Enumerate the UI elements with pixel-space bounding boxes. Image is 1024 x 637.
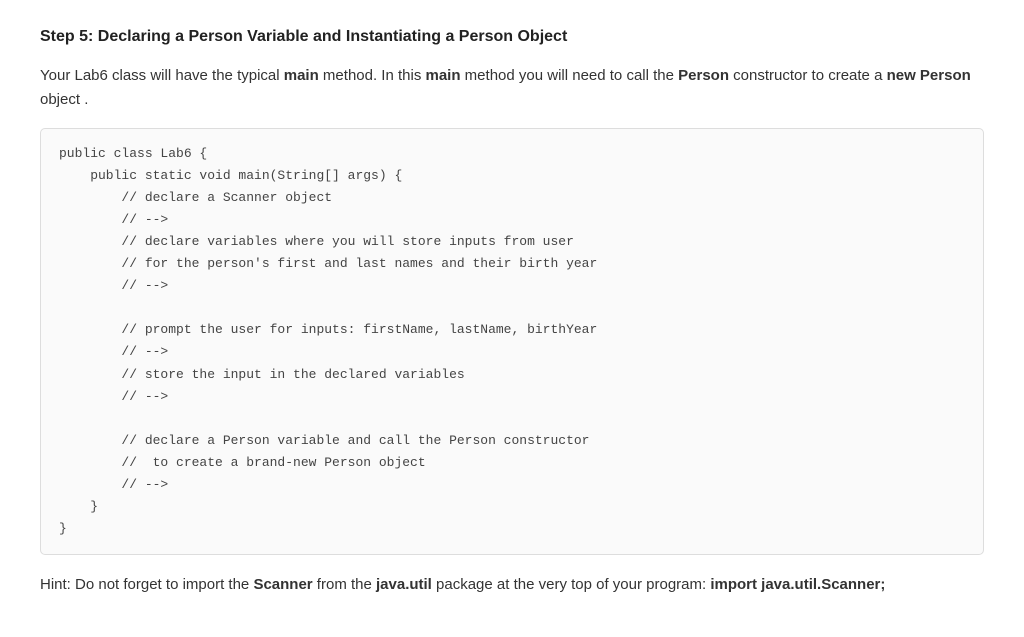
hint-text: from the — [313, 576, 376, 593]
hint-bold-javautil: java.util — [376, 576, 432, 593]
hint-bold-import: import java.util.Scanner; — [710, 576, 885, 593]
intro-paragraph: Your Lab6 class will have the typical ma… — [40, 64, 984, 112]
intro-bold-person: Person — [678, 67, 729, 84]
code-block: public class Lab6 { public static void m… — [40, 128, 984, 556]
intro-text: Your Lab6 class will have the typical — [40, 67, 284, 84]
intro-bold-main1: main — [284, 67, 319, 84]
intro-text: method. In this — [319, 67, 426, 84]
hint-text: Hint: Do not forget to import the — [40, 576, 253, 593]
hint-paragraph: Hint: Do not forget to import the Scanne… — [40, 573, 984, 597]
intro-bold-newperson: new Person — [887, 67, 971, 84]
step-heading: Step 5: Declaring a Person Variable and … — [40, 24, 984, 50]
hint-text: package at the very top of your program: — [432, 576, 710, 593]
intro-text: method you will need to call the — [461, 67, 679, 84]
intro-text: object . — [40, 91, 88, 108]
intro-text: constructor to create a — [729, 67, 887, 84]
intro-bold-main2: main — [426, 67, 461, 84]
hint-bold-scanner: Scanner — [253, 576, 312, 593]
